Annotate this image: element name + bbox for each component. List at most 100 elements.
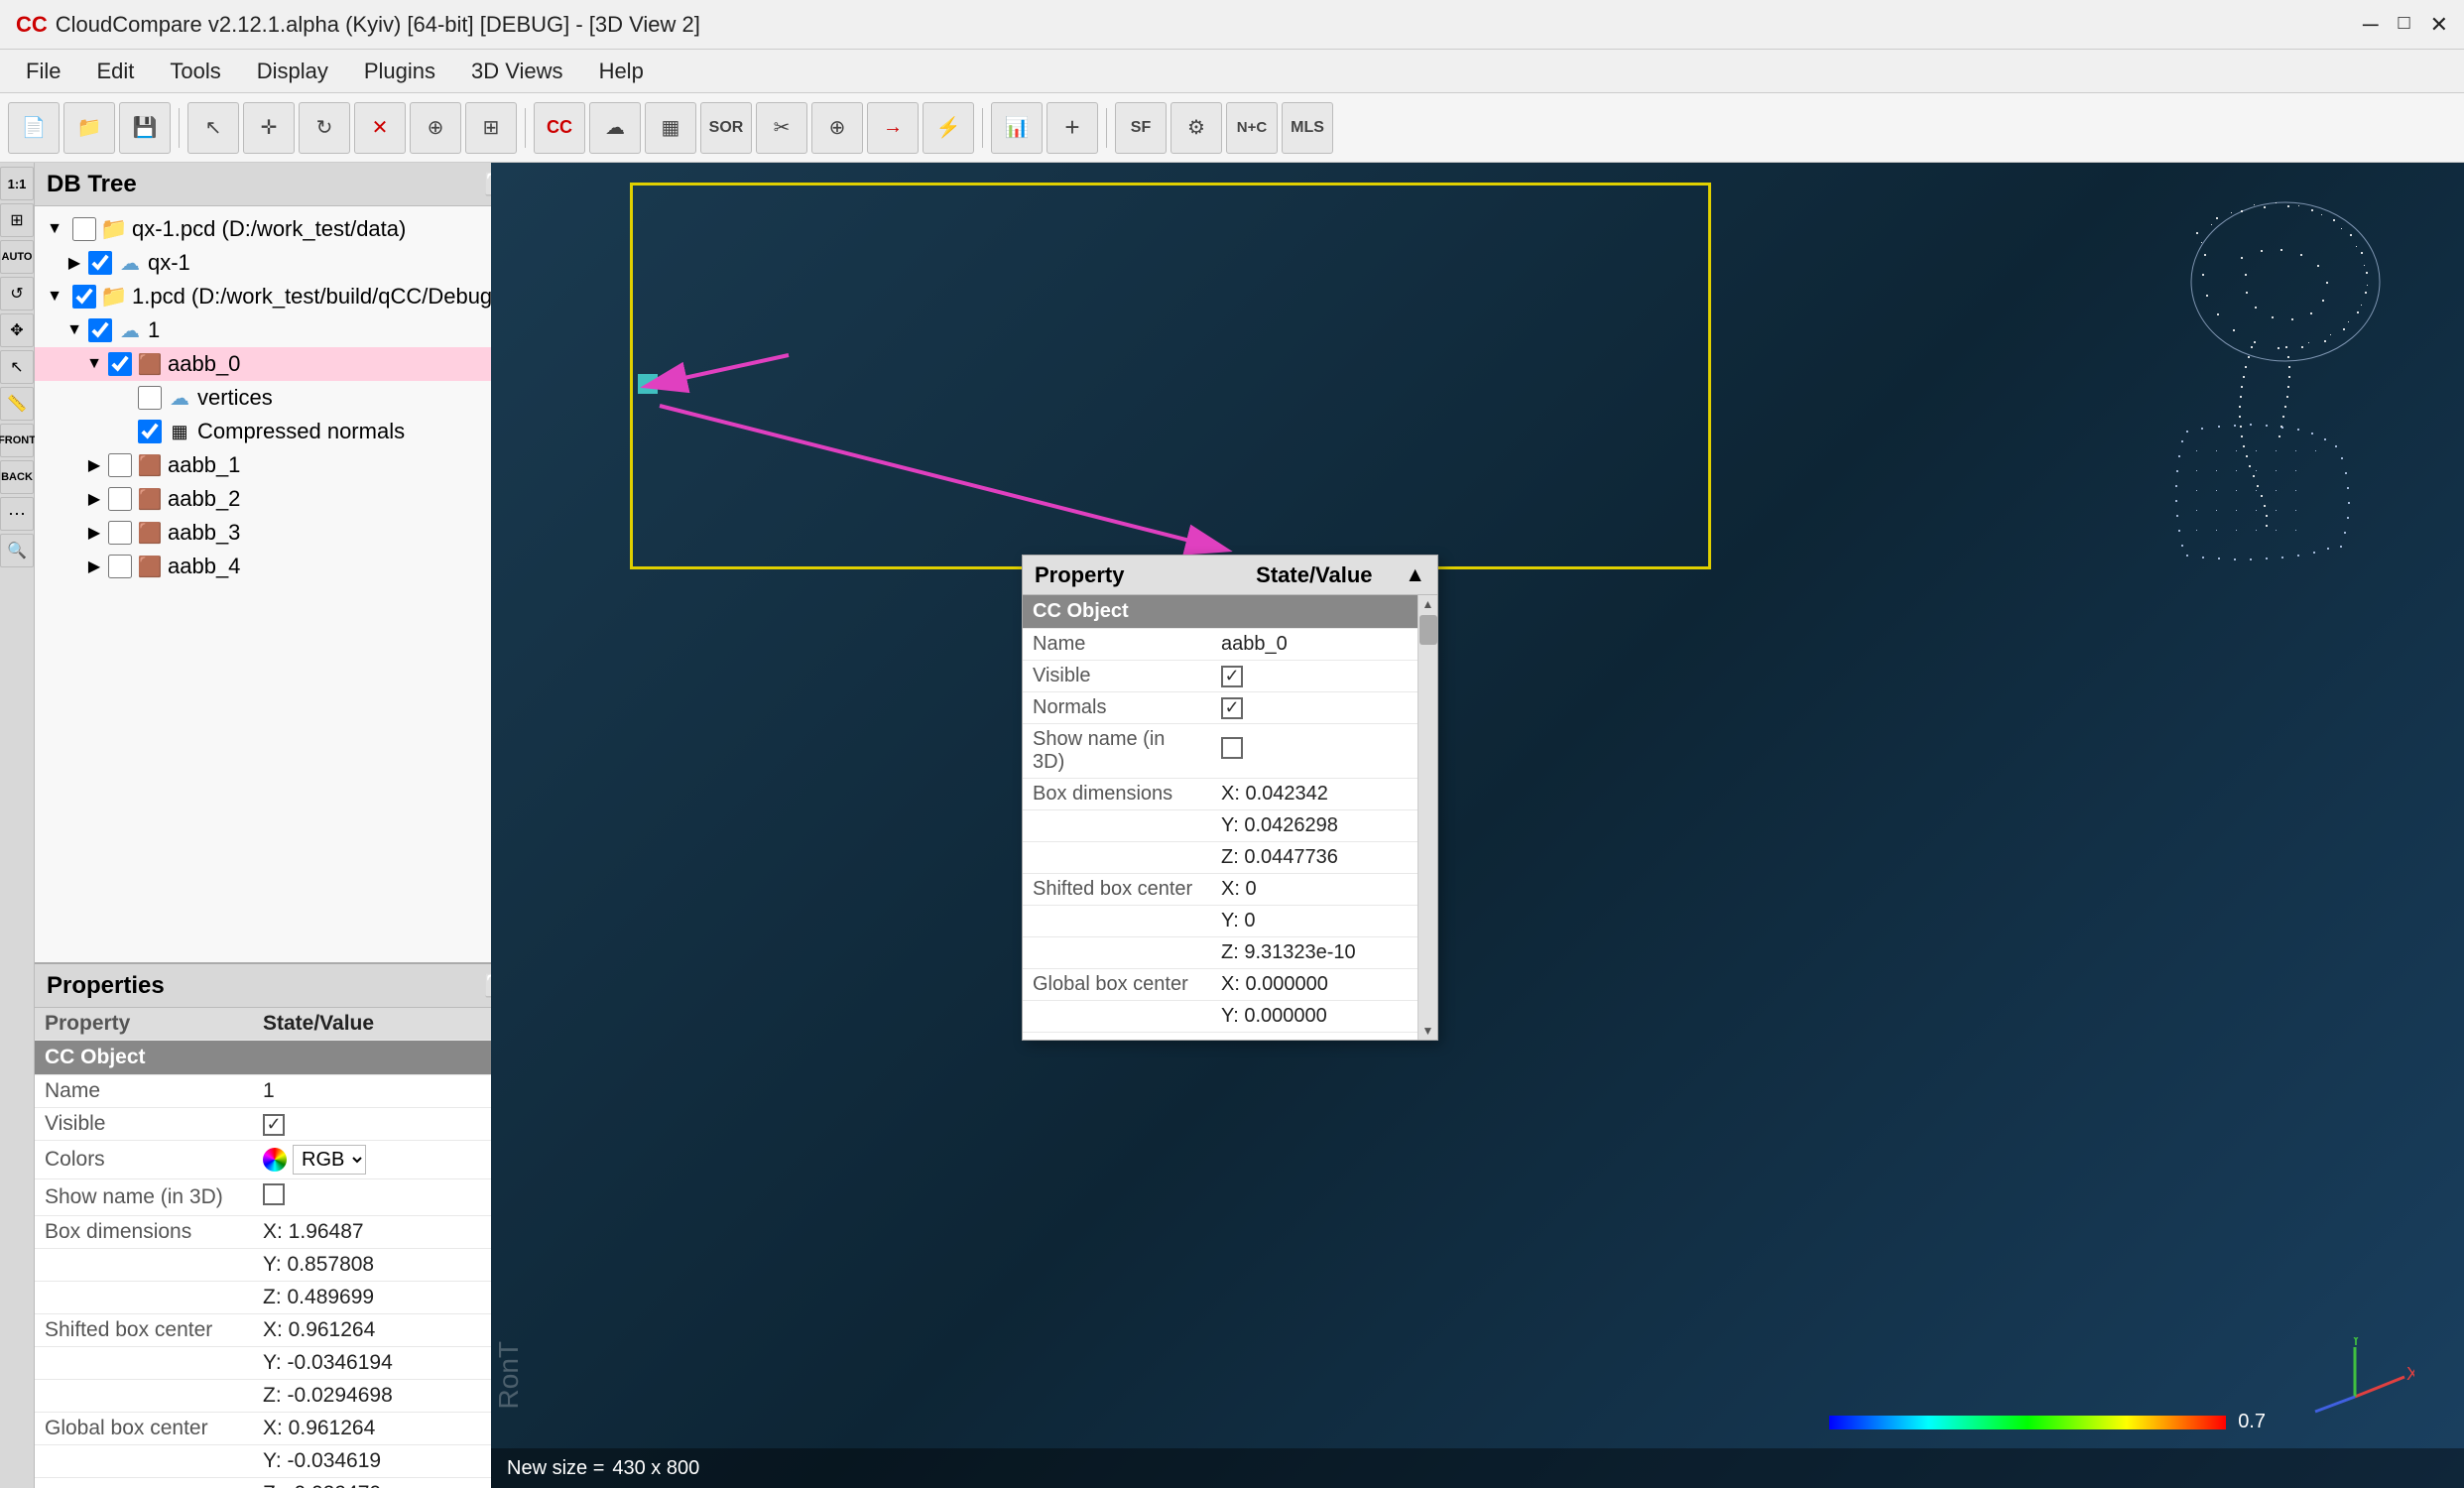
tb-open-btn[interactable]: 📁 bbox=[63, 102, 115, 154]
cb-normals[interactable] bbox=[138, 420, 162, 443]
tool-pick[interactable]: ↖ bbox=[0, 350, 34, 384]
tree-item-aabb2[interactable]: ▶ 🟫 aabb_2 bbox=[35, 482, 500, 516]
tb-merge-btn[interactable]: ⊕ bbox=[410, 102, 461, 154]
tb-delete-btn[interactable]: ✕ bbox=[354, 102, 406, 154]
tree-item-1pcd[interactable]: ▼ 📁 1.pcd (D:/work_test/build/qCC/Debug) bbox=[35, 280, 500, 313]
cb-aabb0[interactable] bbox=[108, 352, 132, 376]
panels-stack: DB Tree ⬜ ▼ 📁 qx-1.pcd (D:/work_test/dat… bbox=[35, 163, 524, 1488]
tb-rotate-btn[interactable]: ↻ bbox=[299, 102, 350, 154]
tb-scissors-btn[interactable]: ✂ bbox=[756, 102, 807, 154]
tool-auto[interactable]: AUTO bbox=[0, 240, 34, 274]
popup-global-x: X: 0.000000 bbox=[1211, 969, 1417, 1001]
tb-plus-btn[interactable]: + bbox=[1047, 102, 1098, 154]
tb-new-btn[interactable]: 📄 bbox=[8, 102, 60, 154]
cb-aabb3[interactable] bbox=[108, 521, 132, 545]
tb-subsample-btn[interactable]: ⊞ bbox=[465, 102, 517, 154]
label-1pcd: 1.pcd (D:/work_test/build/qCC/Debug) bbox=[132, 284, 500, 310]
tool-dots[interactable]: ⋯ bbox=[0, 497, 34, 531]
tb-cc-btn[interactable]: CC bbox=[534, 102, 585, 154]
tree-item-normals[interactable]: ▶ ▦ Compressed normals bbox=[35, 415, 500, 448]
tb-translate-btn[interactable]: ✛ bbox=[243, 102, 295, 154]
tb-grid-btn[interactable]: ▦ bbox=[645, 102, 696, 154]
arrow-aabb1[interactable]: ▶ bbox=[84, 455, 104, 475]
menu-item-tools[interactable]: Tools bbox=[152, 55, 238, 88]
tool-front[interactable]: FRONT bbox=[0, 424, 34, 457]
tb-sf-btn[interactable]: SF bbox=[1115, 102, 1167, 154]
arrow-aabb3[interactable]: ▶ bbox=[84, 523, 104, 543]
tb-nc-btn[interactable]: N+C bbox=[1226, 102, 1278, 154]
tb-chart-btn[interactable]: 📊 bbox=[991, 102, 1043, 154]
tb-lightning-btn[interactable]: ⚡ bbox=[923, 102, 974, 154]
tb-mls-btn[interactable]: MLS bbox=[1282, 102, 1333, 154]
menu-item-3dviews[interactable]: 3D Views bbox=[453, 55, 581, 88]
tree-item-qx1[interactable]: ▶ ☁ qx-1 bbox=[35, 246, 500, 280]
cb-aabb4[interactable] bbox=[108, 555, 132, 578]
tool-measure[interactable]: 📏 bbox=[0, 387, 34, 421]
tool-back[interactable]: BACK bbox=[0, 460, 34, 494]
prop-boxdim-y-row: Y: 0.857808 bbox=[35, 1249, 500, 1282]
tree-item-aabb1[interactable]: ▶ 🟫 aabb_1 bbox=[35, 448, 500, 482]
menu-item-display[interactable]: Display bbox=[239, 55, 346, 88]
popup-scroll-thumb[interactable] bbox=[1419, 615, 1437, 645]
cloud-points-group1 bbox=[2191, 202, 2380, 527]
tree-item-vertices[interactable]: ▶ ☁ vertices bbox=[35, 381, 500, 415]
colors-select[interactable]: RGB bbox=[293, 1145, 366, 1175]
tree-item-aabb0[interactable]: ▼ 🟫 aabb_0 bbox=[35, 347, 500, 381]
tb-cloud-btn[interactable]: ☁ bbox=[589, 102, 641, 154]
tool-search[interactable]: 🔍 bbox=[0, 534, 34, 567]
tool-zoom-1-1[interactable]: 1:1 bbox=[0, 167, 34, 200]
cb-1pcd[interactable] bbox=[72, 285, 96, 309]
tree-item-node1[interactable]: ▼ ☁ 1 bbox=[35, 313, 500, 347]
arrow-qx1[interactable]: ▶ bbox=[64, 253, 84, 273]
tb-sep4 bbox=[1106, 108, 1107, 148]
cb-aabb2[interactable] bbox=[108, 487, 132, 511]
arrow-aabb0[interactable]: ▼ bbox=[84, 355, 104, 373]
tool-move[interactable]: ✥ bbox=[0, 313, 34, 347]
tree-item-aabb3[interactable]: ▶ 🟫 aabb_3 bbox=[35, 516, 500, 550]
close-btn[interactable]: ✕ bbox=[2430, 12, 2448, 38]
folder-icon-1pcd: 📁 bbox=[100, 283, 128, 310]
menu-item-help[interactable]: Help bbox=[581, 55, 662, 88]
popup-showname-cb[interactable] bbox=[1221, 737, 1243, 759]
popup-scroll-down[interactable]: ▼ bbox=[1420, 1022, 1436, 1040]
cb-node1[interactable] bbox=[88, 318, 112, 342]
arrow-node1[interactable]: ▼ bbox=[64, 321, 84, 339]
tb-settings-btn[interactable]: ⚙ bbox=[1170, 102, 1222, 154]
popup-scrollbar[interactable]: ▲ ▼ bbox=[1417, 595, 1437, 1040]
db-tree-title: DB Tree bbox=[47, 171, 137, 198]
tree-item-qx1pcd[interactable]: ▼ 📁 qx-1.pcd (D:/work_test/data) bbox=[35, 212, 500, 246]
arrow-1pcd[interactable]: ▼ bbox=[45, 288, 64, 306]
db-tree-content[interactable]: ▼ 📁 qx-1.pcd (D:/work_test/data) ▶ ☁ bbox=[35, 206, 500, 962]
arrow-qx1pcd[interactable]: ▼ bbox=[45, 220, 64, 238]
tb-sor-btn[interactable]: SOR bbox=[700, 102, 752, 154]
popup-scroll-up-arrow[interactable]: ▲ bbox=[1405, 563, 1425, 587]
cb-qx1[interactable] bbox=[88, 251, 112, 275]
props-col-header-row: Property State/Value bbox=[35, 1008, 500, 1041]
tree-item-aabb4[interactable]: ▶ 🟫 aabb_4 bbox=[35, 550, 500, 583]
showname-checkbox[interactable] bbox=[263, 1183, 285, 1205]
tb-target-btn[interactable]: ⊕ bbox=[811, 102, 863, 154]
maximize-btn[interactable]: □ bbox=[2398, 12, 2409, 38]
tool-rotate[interactable]: ↺ bbox=[0, 277, 34, 310]
menu-item-edit[interactable]: Edit bbox=[78, 55, 152, 88]
cloud-icon-qx1: ☁ bbox=[116, 249, 144, 277]
popup-normals-cb[interactable] bbox=[1221, 697, 1243, 719]
cb-vertices[interactable] bbox=[138, 386, 162, 410]
tb-arrow-btn[interactable]: → bbox=[867, 102, 919, 154]
arrow-aabb4[interactable]: ▶ bbox=[84, 557, 104, 576]
tb-select-btn[interactable]: ↖ bbox=[187, 102, 239, 154]
view-3d[interactable]: Property State/Value ▲ CC Object bbox=[491, 163, 2464, 1488]
prop-shiftedcenter-label: Shifted box center bbox=[35, 1314, 253, 1347]
arrow-aabb2[interactable]: ▶ bbox=[84, 489, 104, 509]
tb-save-btn[interactable]: 💾 bbox=[119, 102, 171, 154]
popup-scroll-up[interactable]: ▲ bbox=[1420, 595, 1436, 613]
menu-item-file[interactable]: File bbox=[8, 55, 78, 88]
cb-qx1pcd[interactable] bbox=[72, 217, 96, 241]
popup-visible-cb[interactable] bbox=[1221, 666, 1243, 687]
visible-checkbox[interactable] bbox=[263, 1114, 285, 1136]
tool-zoom-fit[interactable]: ⊞ bbox=[0, 203, 34, 237]
minimize-btn[interactable]: ─ bbox=[2363, 12, 2379, 38]
cb-aabb1[interactable] bbox=[108, 453, 132, 477]
menu-item-plugins[interactable]: Plugins bbox=[346, 55, 453, 88]
x-axis-line bbox=[2355, 1377, 2404, 1397]
